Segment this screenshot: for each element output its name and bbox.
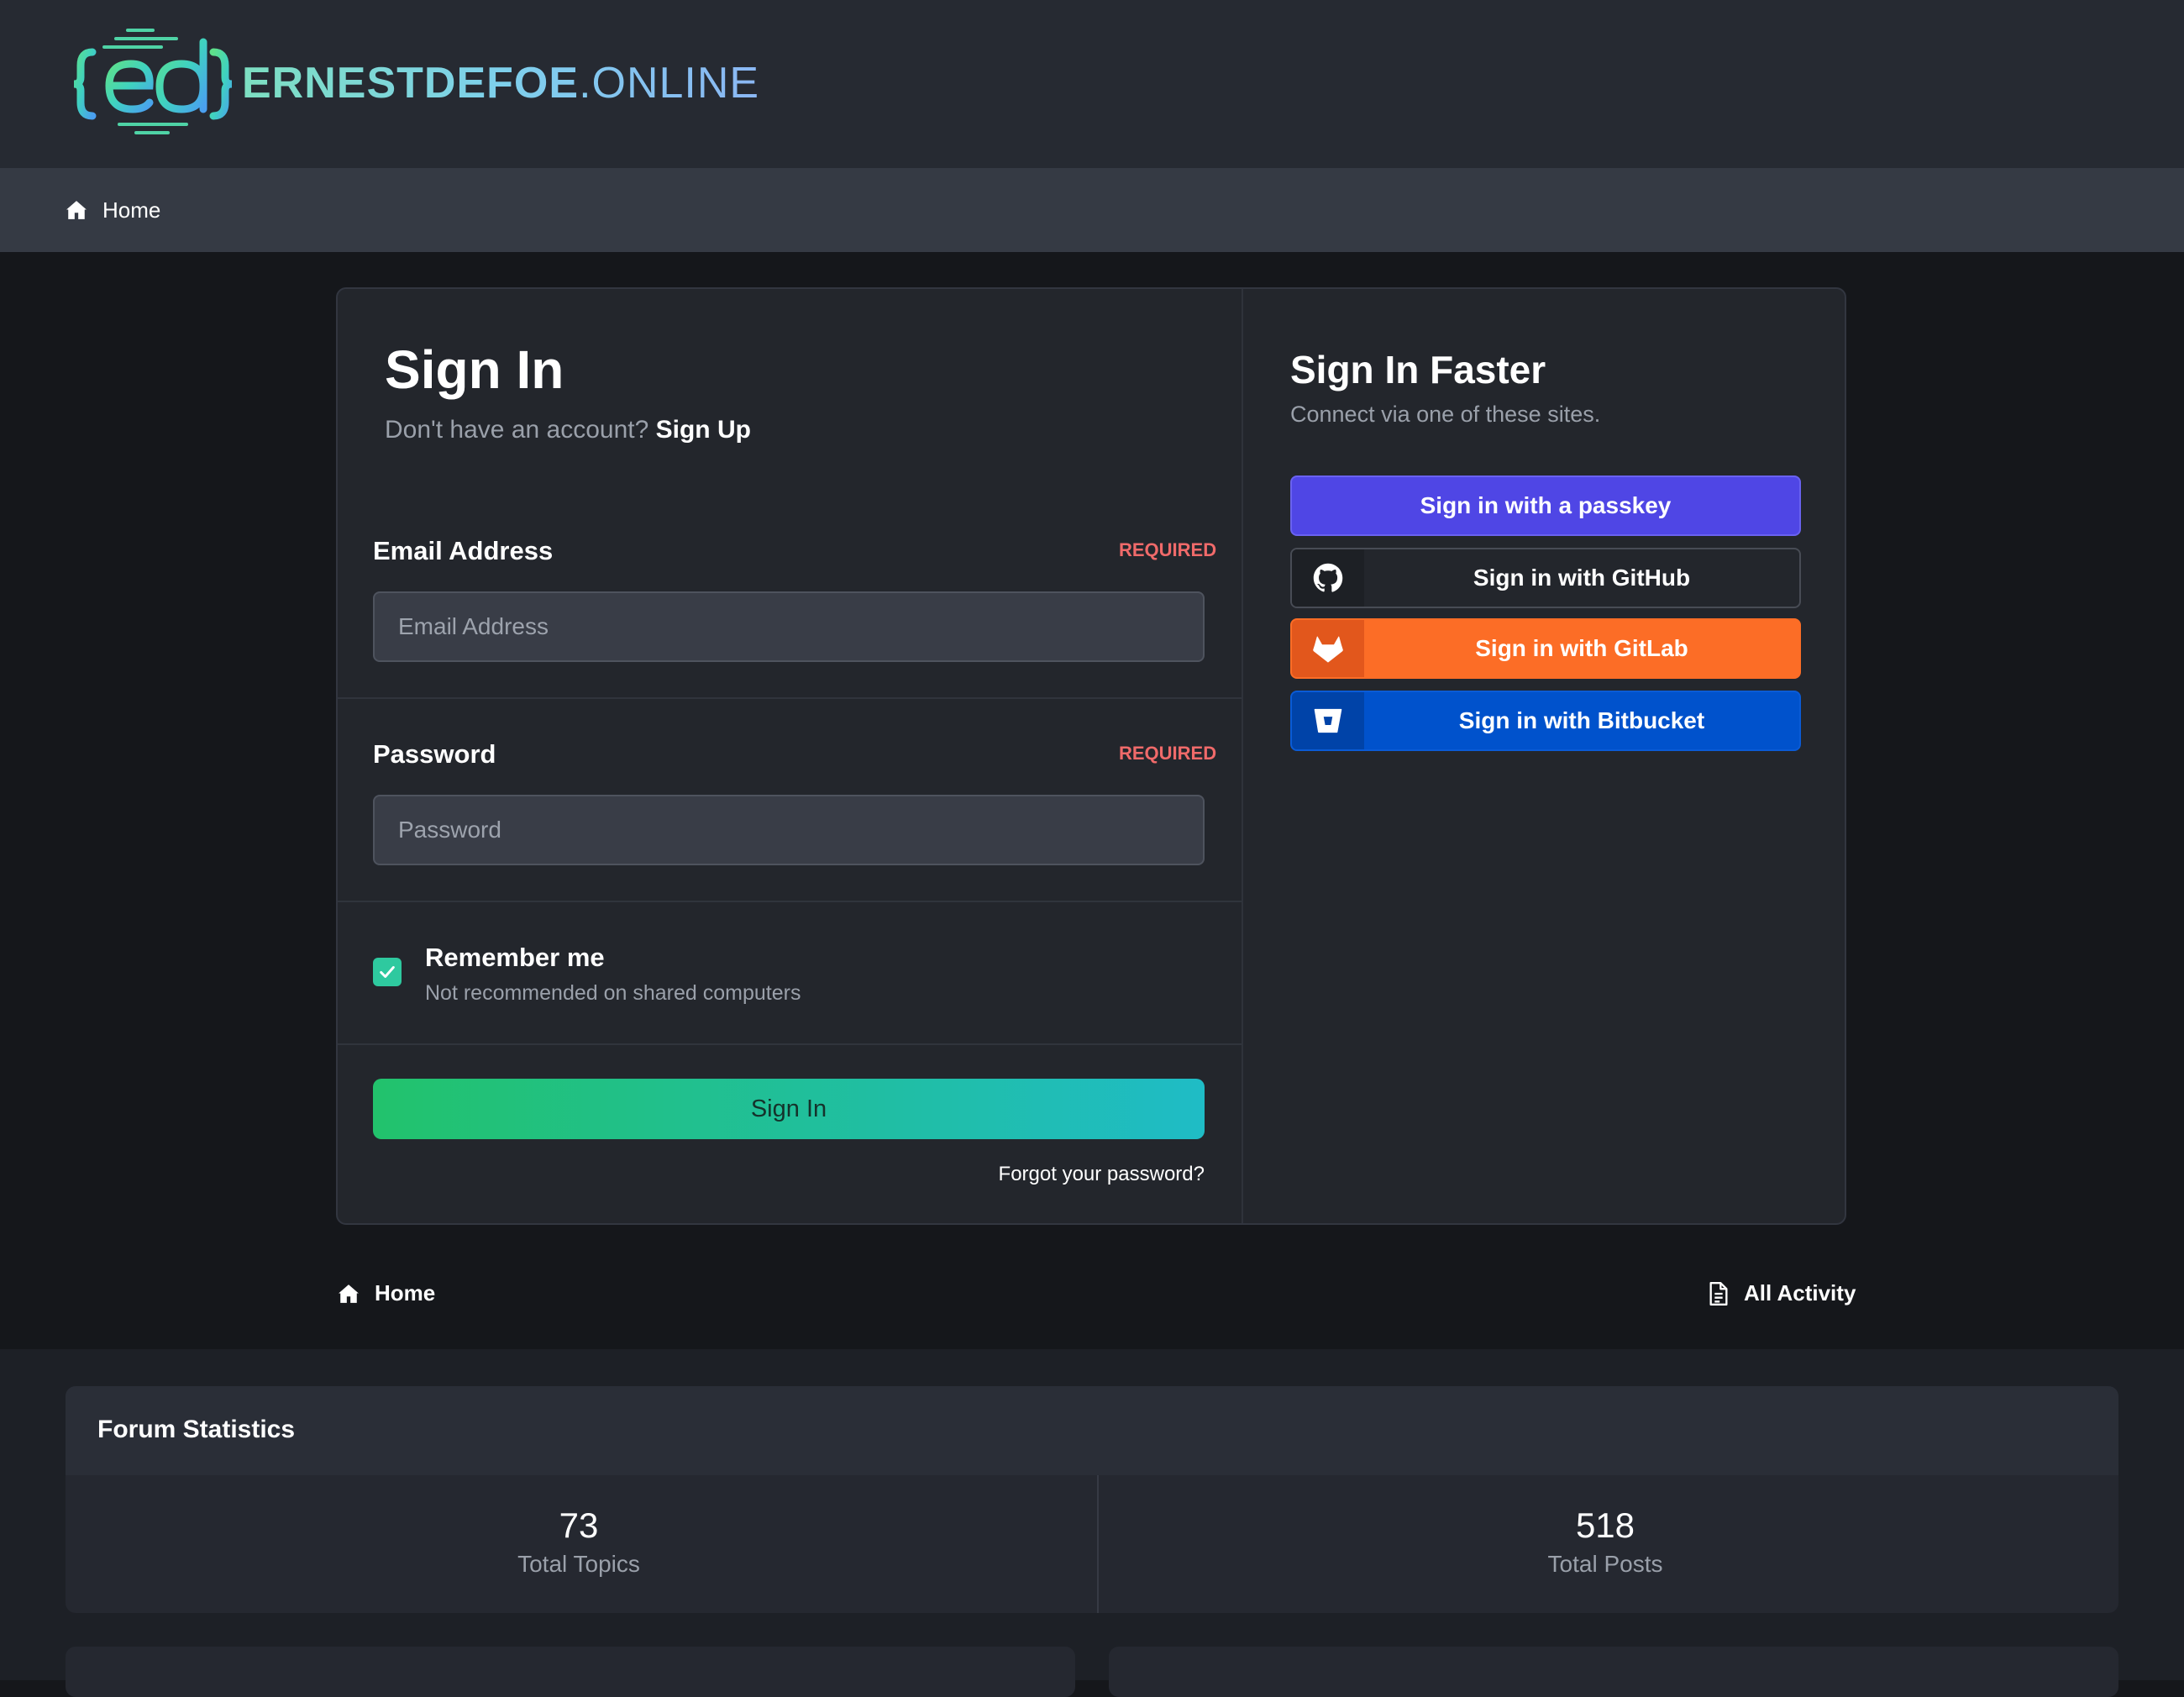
stat-value: 73 bbox=[559, 1505, 599, 1545]
footer-breadcrumb-bar: Home All Activity bbox=[0, 1225, 2184, 1349]
signin-button[interactable]: Sign In bbox=[373, 1079, 1205, 1139]
section-divider bbox=[338, 901, 1242, 902]
gitlab-icon bbox=[1292, 620, 1364, 677]
forum-statistics-header: Forum Statistics bbox=[66, 1386, 2118, 1475]
checkmark-icon bbox=[380, 966, 395, 978]
password-label: Password bbox=[373, 739, 496, 769]
footer-panel-right bbox=[1109, 1647, 2118, 1697]
email-field[interactable] bbox=[373, 591, 1205, 662]
no-account-text: Don't have an account? bbox=[385, 416, 649, 444]
remember-me-checkbox[interactable] bbox=[373, 958, 402, 986]
stat-total-posts: 518 Total Posts bbox=[1092, 1475, 2118, 1613]
stat-total-topics: 73 Total Topics bbox=[66, 1475, 1092, 1613]
gitlab-button-label: Sign in with GitLab bbox=[1475, 635, 1688, 661]
section-divider bbox=[338, 1043, 1242, 1045]
bitbucket-icon bbox=[1292, 692, 1364, 749]
section-divider bbox=[338, 697, 1242, 699]
forum-statistics-panel: Forum Statistics 73 Total Topics 518 Tot… bbox=[66, 1386, 2118, 1613]
bitbucket-signin-button[interactable]: Sign in with Bitbucket bbox=[1290, 691, 1801, 751]
signin-faster-title: Sign In Faster bbox=[1290, 348, 1546, 391]
stat-label: Total Posts bbox=[1547, 1551, 1663, 1577]
github-button-label: Sign in with GitHub bbox=[1473, 565, 1691, 591]
all-activity-label: All Activity bbox=[1744, 1280, 1856, 1306]
signin-faster-subtitle: Connect via one of these sites. bbox=[1290, 402, 1601, 427]
site-brand[interactable]: ERNESTDEFOE.ONLINE bbox=[242, 52, 759, 114]
footer-section: Forum Statistics 73 Total Topics 518 Tot… bbox=[0, 1349, 2184, 1697]
breadcrumb-home-label: Home bbox=[102, 197, 161, 223]
email-label: Email Address bbox=[373, 536, 554, 565]
site-header: ERNESTDEFOE.ONLINE bbox=[0, 0, 2184, 168]
all-activity-link[interactable]: All Activity bbox=[1709, 1280, 1856, 1306]
bitbucket-button-label: Sign in with Bitbucket bbox=[1458, 707, 1705, 733]
signin-card: Sign In Don't have an account? Sign Up E… bbox=[336, 287, 1846, 1225]
github-signin-button[interactable]: Sign in with GitHub bbox=[1290, 548, 1801, 608]
footer-panel-left bbox=[66, 1647, 1075, 1697]
stat-value: 518 bbox=[1575, 1505, 1635, 1545]
gitlab-signin-button[interactable]: Sign in with GitLab bbox=[1290, 618, 1801, 679]
signup-link[interactable]: Sign Up bbox=[656, 416, 751, 444]
brand-main: ERNESTDEFOE bbox=[242, 59, 580, 108]
forgot-password-link[interactable]: Forgot your password? bbox=[875, 1159, 1205, 1190]
document-icon bbox=[1709, 1281, 1728, 1306]
breadcrumb-bar: Home bbox=[0, 168, 2184, 252]
footer-home-link[interactable]: Home bbox=[338, 1280, 435, 1306]
breadcrumb-home-link[interactable]: Home bbox=[66, 193, 160, 227]
passkey-button-label: Sign in with a passkey bbox=[1420, 492, 1672, 518]
brand-tld: .ONLINE bbox=[579, 59, 760, 108]
stat-label: Total Topics bbox=[517, 1551, 640, 1577]
home-icon bbox=[339, 1284, 359, 1303]
password-field[interactable] bbox=[373, 795, 1205, 865]
signin-title: Sign In bbox=[385, 339, 564, 400]
remember-me-hint: Not recommended on shared computers bbox=[425, 981, 801, 1005]
forum-statistics-title: Forum Statistics bbox=[97, 1416, 296, 1443]
footer-home-label: Home bbox=[375, 1280, 436, 1306]
passkey-signin-button[interactable]: Sign in with a passkey bbox=[1290, 475, 1801, 536]
github-icon bbox=[1292, 549, 1364, 607]
home-icon bbox=[66, 201, 87, 219]
ed-braces-logo-icon[interactable] bbox=[69, 25, 237, 143]
signup-prompt: Don't have an account? Sign Up bbox=[385, 413, 751, 447]
remember-me-label[interactable]: Remember me bbox=[425, 941, 605, 975]
